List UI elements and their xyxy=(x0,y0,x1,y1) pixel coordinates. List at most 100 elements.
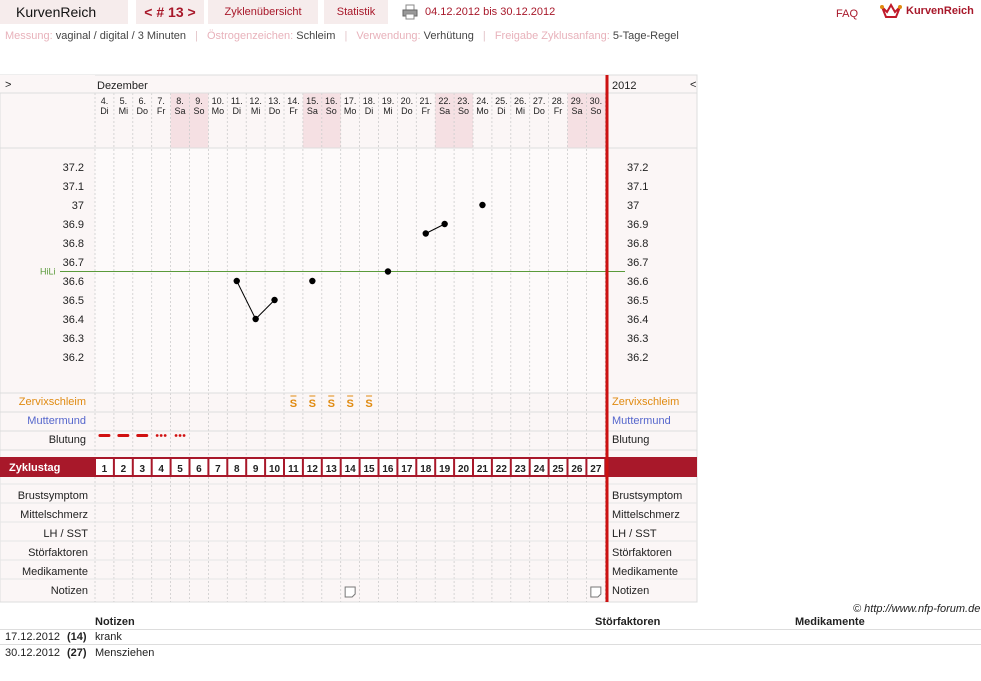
cycle-day-number: 12 xyxy=(307,464,319,475)
bleeding-heavy-mark[interactable] xyxy=(117,434,130,437)
y-tick-label-left: 36.7 xyxy=(63,257,84,269)
temperature-point[interactable] xyxy=(441,220,448,228)
y-tick-label-right: 36.6 xyxy=(627,276,648,288)
day-date-label: 5. xyxy=(120,96,128,106)
divider xyxy=(0,644,981,645)
day-date-label: 17. xyxy=(344,96,357,106)
weekday-label: Sa xyxy=(307,106,318,116)
day-date-label: 20. xyxy=(401,96,414,106)
cycle-chart: > Dezember 2012 <4.Di5.Mi6.Do7.Fr8.Sa9.So10… xyxy=(0,74,698,603)
day-date-label: 22. xyxy=(438,96,451,106)
day-date-label: 13. xyxy=(268,96,281,106)
y-tick-label-right: 37.1 xyxy=(627,181,648,193)
extra-row-label: Medikamente xyxy=(22,566,88,578)
bleeding-light-mark[interactable] xyxy=(163,434,167,437)
day-date-label: 15. xyxy=(306,96,319,106)
bleeding-heavy-mark[interactable] xyxy=(98,434,111,437)
y-tick-label-left: 36.9 xyxy=(63,219,84,231)
temperature-point[interactable] xyxy=(271,296,278,304)
cycle-day-number: 7 xyxy=(215,464,221,475)
weekday-label: Di xyxy=(497,106,506,116)
extra-row-label: Notizen xyxy=(51,585,88,597)
temperature-point[interactable] xyxy=(479,201,486,209)
cycle-day-number: 26 xyxy=(571,464,583,475)
cycle-day-number: 22 xyxy=(496,464,508,475)
extra-row-label: Störfaktoren xyxy=(612,547,672,559)
day-date-label: 8. xyxy=(176,96,184,106)
extra-row-label: Mittelschmerz xyxy=(612,509,680,521)
y-tick-label-right: 36.9 xyxy=(627,219,648,231)
cycle-day-number: 17 xyxy=(401,464,413,475)
extra-row-label: LH / SST xyxy=(43,528,88,540)
day-date-label: 10. xyxy=(212,96,225,106)
mucus-mark: S xyxy=(309,398,316,410)
day-date-label: 4. xyxy=(101,96,109,106)
temperature-point[interactable] xyxy=(252,315,259,323)
day-date-label: 19. xyxy=(382,96,395,106)
temperature-point[interactable] xyxy=(384,268,392,275)
temperature-point[interactable] xyxy=(233,277,240,285)
cycle-day-number: 8 xyxy=(234,464,240,475)
weekday-label: Do xyxy=(269,106,281,116)
bleeding-light-mark[interactable] xyxy=(174,434,178,437)
meds-header: Medikamente xyxy=(795,616,865,628)
y-tick-label-left: 36.5 xyxy=(63,295,84,307)
weekday-label: Di xyxy=(233,106,242,116)
cycle-day-number: 14 xyxy=(345,464,357,475)
expand-left-button[interactable]: > xyxy=(5,79,11,91)
weekday-label: Mo xyxy=(476,106,489,116)
divider xyxy=(0,629,981,630)
weekday-label: Mo xyxy=(212,106,225,116)
cycle-day-number: 1 xyxy=(102,464,108,475)
day-date-label: 7. xyxy=(157,96,165,106)
weekday-label: Do xyxy=(401,106,413,116)
bleeding-heavy-mark[interactable] xyxy=(136,434,149,437)
y-tick-label-right: 36.7 xyxy=(627,257,648,269)
weekday-label: Do xyxy=(533,106,545,116)
extra-row-label: Brustsymptom xyxy=(612,490,682,502)
y-tick-label-left: 37.1 xyxy=(63,181,84,193)
cycle-day-number: 11 xyxy=(288,464,299,475)
note-day: (27) xyxy=(67,647,87,659)
weekday-label: So xyxy=(590,106,601,116)
bleeding-light-mark[interactable] xyxy=(155,434,159,437)
cycle-day-number: 4 xyxy=(158,464,164,475)
y-tick-label-left: 36.3 xyxy=(63,333,84,345)
temperature-point[interactable] xyxy=(422,230,429,237)
temperature-point[interactable] xyxy=(309,277,316,285)
day-date-label: 25. xyxy=(495,96,508,106)
note-icon[interactable] xyxy=(344,586,356,598)
bleeding-light-mark[interactable] xyxy=(159,434,163,437)
month-label: Dezember xyxy=(97,80,148,92)
cycle-day-number: 2 xyxy=(121,464,127,475)
mucus-mark: S xyxy=(328,398,335,410)
cycle-day-number: 3 xyxy=(139,464,145,475)
cervix-row-label: Muttermund xyxy=(27,415,86,427)
day-date-label: 24. xyxy=(476,96,489,106)
y-tick-label-left: 36.8 xyxy=(63,238,84,250)
y-tick-label-left: 37 xyxy=(72,200,84,212)
weekday-label: Mi xyxy=(251,106,261,116)
day-date-label: 9. xyxy=(195,96,203,106)
cycle-day-number: 20 xyxy=(458,464,470,475)
weekday-label: Fr xyxy=(157,106,166,116)
collapse-button[interactable]: < xyxy=(690,79,696,91)
y-tick-label-right: 37.2 xyxy=(627,162,648,174)
y-tick-label-right: 37 xyxy=(627,200,639,212)
weekday-label: Fr xyxy=(289,106,298,116)
y-tick-label-right: 36.8 xyxy=(627,238,648,250)
weekday-label: So xyxy=(193,106,204,116)
day-date-label: 6. xyxy=(138,96,146,106)
day-date-label: 26. xyxy=(514,96,527,106)
day-date-label: 28. xyxy=(552,96,565,106)
temperature-area xyxy=(95,148,607,393)
bleeding-light-mark[interactable] xyxy=(178,434,182,437)
bleeding-light-mark[interactable] xyxy=(182,434,186,437)
note-icon[interactable] xyxy=(590,586,602,598)
y-tick-label-left: 36.2 xyxy=(63,352,84,364)
cycle-day-number: 16 xyxy=(382,464,394,475)
weekday-label: Sa xyxy=(571,106,582,116)
cycle-day-number: 9 xyxy=(253,464,259,475)
cycle-day-number: 25 xyxy=(552,464,564,475)
day-date-label: 12. xyxy=(249,96,262,106)
